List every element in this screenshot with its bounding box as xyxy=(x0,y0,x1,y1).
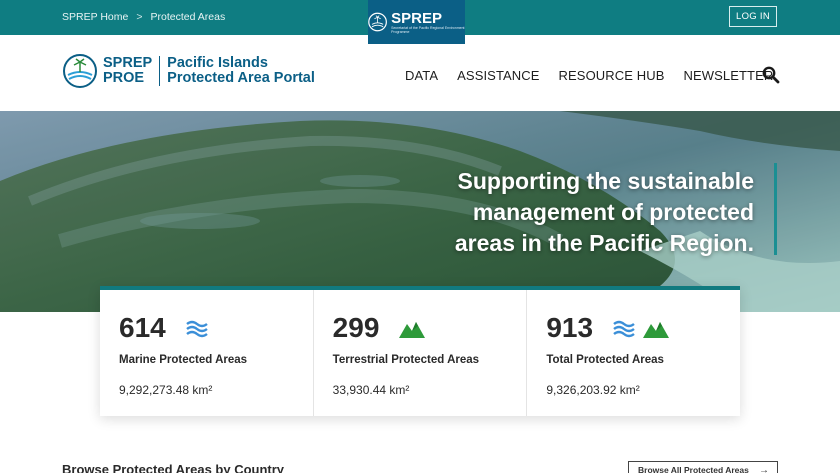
waves-icon xyxy=(186,320,208,338)
stat-count: 614 xyxy=(119,312,166,343)
nav-item-assistance[interactable]: ASSISTANCE xyxy=(457,68,539,83)
breadcrumb-separator: > xyxy=(136,11,143,23)
hero-line-1: Supporting the sustainable xyxy=(457,168,754,194)
stat-area: 9,292,273.48 km² xyxy=(119,383,213,397)
stat-label: Total Protected Areas xyxy=(546,354,664,366)
portal-logo-link[interactable]: SPREP PROE Pacific Islands Protected Are… xyxy=(62,53,315,89)
hero-line-3: areas in the Pacific Region. xyxy=(454,230,754,256)
nav-item-data[interactable]: DATA xyxy=(405,68,438,83)
breadcrumb: SPREP Home > Protected Areas xyxy=(62,11,225,23)
stat-area: 33,930.44 km² xyxy=(332,383,410,397)
hero-headline: Supporting the sustainable management of… xyxy=(394,166,754,259)
stat-label: Terrestrial Protected Areas xyxy=(332,354,480,366)
nav-item-resource-hub[interactable]: RESOURCE HUB xyxy=(559,68,665,83)
sprep-badge-subtitle: Secretariat of the Pacific Regional Envi… xyxy=(391,25,465,34)
stat-label: Marine Protected Areas xyxy=(119,354,248,366)
mountain-icon xyxy=(643,322,670,338)
stat-total[interactable]: 913 Total Protected Areas 9,326,203.92 k… xyxy=(527,290,740,416)
sprep-badge-link[interactable]: SPREP Secretariat of the Pacific Regiona… xyxy=(368,0,465,44)
stat-icons xyxy=(186,320,208,338)
login-button[interactable]: LOG IN xyxy=(729,6,777,27)
sprep-badge-label: SPREP xyxy=(391,9,442,27)
stat-icons xyxy=(398,320,425,338)
breadcrumb-protected-areas-link[interactable]: Protected Areas xyxy=(150,11,225,23)
hero-line-2: management of protected xyxy=(472,199,754,225)
browse-all-label: Browse All Protected Areas xyxy=(638,465,749,473)
stat-area: 9,326,203.92 km² xyxy=(546,383,640,397)
hero-banner: Supporting the sustainable management of… xyxy=(0,111,840,312)
logo-mark-sprep: SPREP xyxy=(103,55,153,71)
hero-accent-bar xyxy=(774,163,777,255)
stat-count: 299 xyxy=(332,312,380,343)
main-nav: DATA ASSISTANCE RESOURCE HUB NEWSLETTER xyxy=(405,68,792,83)
logo-title-line2: Protected Area Portal xyxy=(167,70,315,86)
logo-divider xyxy=(159,56,161,86)
sprep-emblem-icon xyxy=(368,12,387,32)
browse-section-title: Browse Protected Areas by Country xyxy=(62,462,285,473)
nav-item-newsletter[interactable]: NEWSLETTER xyxy=(683,68,773,83)
site-header: SPREP PROE Pacific Islands Protected Are… xyxy=(0,35,840,111)
waves-icon xyxy=(613,320,636,338)
mountain-icon xyxy=(398,322,425,338)
logo-mark-proe: PROE xyxy=(103,70,145,86)
stat-marine[interactable]: 614 Marine Protected Areas 9,292,273.48 … xyxy=(100,290,314,416)
arrow-right-icon: → xyxy=(759,465,769,473)
stats-card: 614 Marine Protected Areas 9,292,273.48 … xyxy=(100,286,740,416)
logo-title-line1: Pacific Islands xyxy=(167,55,268,71)
stat-count: 913 xyxy=(546,312,594,343)
breadcrumb-home-link[interactable]: SPREP Home xyxy=(62,11,128,23)
search-icon[interactable] xyxy=(762,66,780,84)
stat-icons xyxy=(613,320,670,338)
sprep-logo-icon xyxy=(63,54,97,88)
browse-all-button[interactable]: Browse All Protected Areas → xyxy=(628,461,778,473)
stat-terrestrial[interactable]: 299 Terrestrial Protected Areas 33,930.4… xyxy=(314,290,528,416)
